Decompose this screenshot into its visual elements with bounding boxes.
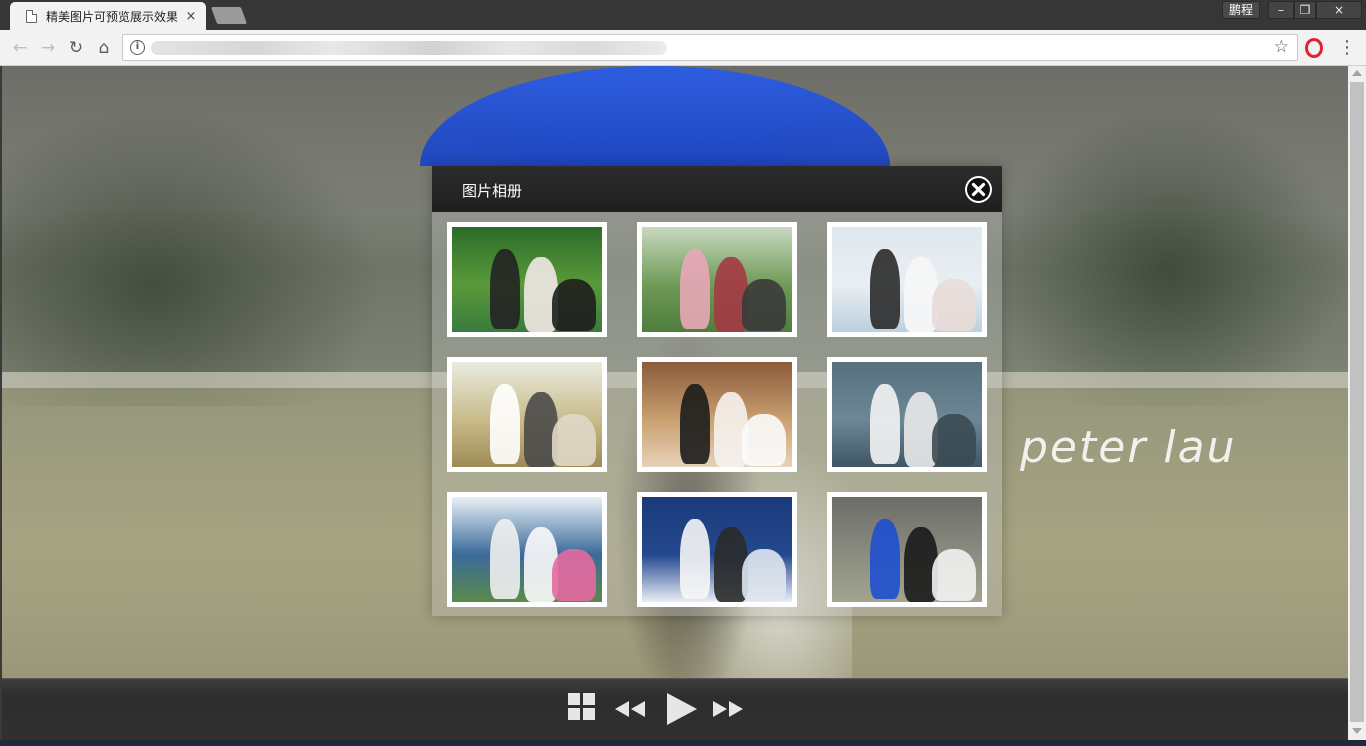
bg-trees-right bbox=[992, 106, 1348, 406]
album-close-button[interactable] bbox=[965, 176, 992, 203]
thumbnail-photo bbox=[452, 362, 602, 467]
os-taskbar bbox=[0, 740, 1366, 746]
thumbnail-figure bbox=[742, 549, 786, 601]
thumbnail-figure bbox=[552, 414, 596, 466]
fast-forward-icon[interactable] bbox=[711, 699, 745, 719]
thumbnail-figure bbox=[490, 519, 520, 599]
close-icon bbox=[967, 178, 990, 201]
album-modal-header: 图片相册 bbox=[432, 166, 1002, 212]
album-thumbnail[interactable] bbox=[827, 492, 987, 607]
scrollbar-thumb[interactable] bbox=[1350, 82, 1364, 722]
browser-tab-active[interactable]: 精美图片可预览展示效果 × bbox=[10, 2, 206, 30]
thumbnail-figure bbox=[932, 549, 976, 601]
new-tab-button[interactable] bbox=[210, 7, 248, 24]
album-thumbnail[interactable] bbox=[637, 492, 797, 607]
restore-button[interactable]: ❐ bbox=[1294, 1, 1316, 19]
profile-button[interactable]: 鹏程 bbox=[1222, 1, 1260, 19]
album-thumbnail[interactable] bbox=[447, 222, 607, 337]
thumbnail-figure bbox=[742, 279, 786, 331]
album-thumbnail[interactable] bbox=[447, 357, 607, 472]
thumbnail-figure bbox=[680, 249, 710, 329]
info-icon[interactable]: i bbox=[130, 40, 145, 55]
slideshow-controlbar bbox=[2, 678, 1348, 740]
thumbnail-figure bbox=[870, 249, 900, 329]
thumbnail-figure bbox=[742, 414, 786, 466]
photo-watermark: peter lau bbox=[1020, 422, 1237, 473]
tab-close-button[interactable]: × bbox=[184, 9, 198, 24]
page-background-photo: peter lau 图片相册 bbox=[2, 66, 1348, 740]
home-icon[interactable]: ⌂ bbox=[92, 36, 116, 60]
thumbnail-photo bbox=[642, 497, 792, 602]
reload-icon[interactable]: ↻ bbox=[64, 36, 88, 60]
thumbnail-photo bbox=[642, 227, 792, 332]
bookmark-star-icon[interactable]: ☆ bbox=[1274, 37, 1289, 57]
scroll-down-arrow-icon[interactable] bbox=[1352, 728, 1362, 734]
minimize-button[interactable]: – bbox=[1268, 1, 1294, 19]
tab-title: 精美图片可预览展示效果 bbox=[46, 9, 179, 24]
thumbnail-figure bbox=[680, 384, 710, 464]
thumbnail-photo bbox=[832, 362, 982, 467]
window-close-button[interactable]: × bbox=[1316, 1, 1362, 19]
thumbnail-figure bbox=[870, 384, 900, 464]
album-thumbnail[interactable] bbox=[447, 492, 607, 607]
address-url-blurred bbox=[151, 41, 667, 55]
address-bar[interactable]: i ☆ bbox=[122, 34, 1298, 61]
thumbnail-photo bbox=[452, 227, 602, 332]
thumbnail-photo bbox=[452, 497, 602, 602]
album-thumbnail[interactable] bbox=[827, 222, 987, 337]
play-icon[interactable] bbox=[663, 691, 699, 727]
album-thumbnail[interactable] bbox=[827, 357, 987, 472]
thumbnail-figure bbox=[870, 519, 900, 599]
album-title: 图片相册 bbox=[462, 182, 523, 200]
page-icon bbox=[26, 9, 37, 23]
browser-toolbar: ← → ↻ ⌂ i ☆ ⋮ bbox=[0, 30, 1366, 66]
thumbnail-figure bbox=[552, 549, 596, 601]
back-icon[interactable]: ← bbox=[8, 36, 32, 60]
rewind-icon[interactable] bbox=[613, 699, 647, 719]
thumbnail-figure bbox=[932, 279, 976, 331]
album-thumbnail[interactable] bbox=[637, 222, 797, 337]
browser-menu-icon[interactable]: ⋮ bbox=[1338, 36, 1356, 60]
thumbnail-photo bbox=[642, 362, 792, 467]
thumbnail-figure bbox=[680, 519, 710, 599]
page-scrollbar[interactable] bbox=[1348, 66, 1366, 740]
album-thumbnail[interactable] bbox=[637, 357, 797, 472]
thumbnail-figure bbox=[490, 384, 520, 464]
thumbnail-figure bbox=[490, 249, 520, 329]
thumbnail-figure bbox=[932, 414, 976, 466]
thumbnail-figure bbox=[552, 279, 596, 331]
grid-icon[interactable] bbox=[566, 691, 598, 723]
album-modal: 图片相册 bbox=[432, 166, 1002, 616]
opera-extension-icon[interactable] bbox=[1305, 38, 1323, 58]
thumbnail-photo bbox=[832, 227, 982, 332]
scroll-up-arrow-icon[interactable] bbox=[1352, 70, 1362, 76]
forward-icon[interactable]: → bbox=[36, 36, 60, 60]
bg-trees-left bbox=[2, 106, 382, 406]
browser-titlebar: 精美图片可预览展示效果 × 鹏程 – ❐ × bbox=[0, 0, 1366, 30]
thumbnail-photo bbox=[832, 497, 982, 602]
